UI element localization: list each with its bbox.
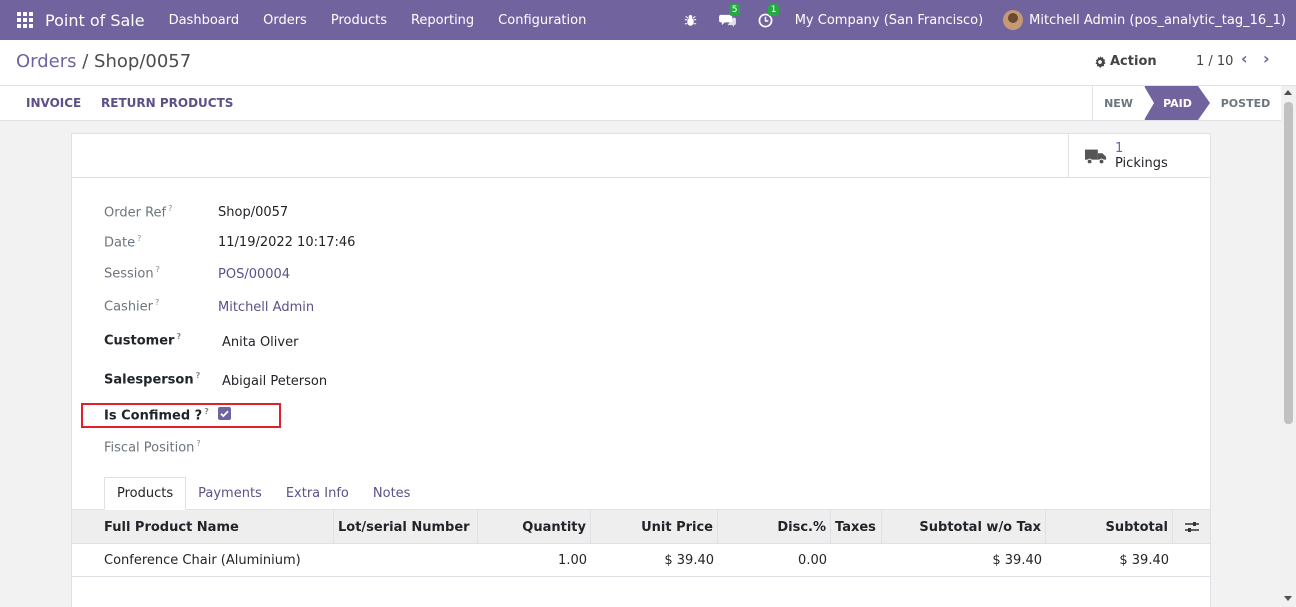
cashier-link[interactable]: Mitchell Admin (218, 300, 314, 315)
breadcrumb-orders[interactable]: Orders (16, 51, 77, 72)
menu-configuration[interactable]: Configuration (486, 13, 598, 28)
menu-reporting[interactable]: Reporting (399, 13, 486, 28)
truck-icon (1085, 149, 1107, 164)
cell-quantity: 1.00 (558, 553, 587, 568)
pickings-smart-button[interactable]: 1 Pickings (1068, 134, 1210, 177)
col-discount[interactable]: Disc.% (718, 510, 831, 544)
apps-menu-icon[interactable] (17, 12, 33, 28)
stage-new[interactable]: NEW (1092, 86, 1144, 120)
is-confirmed-checkbox[interactable] (218, 407, 231, 420)
menu-dashboard[interactable]: Dashboard (157, 13, 252, 28)
return-products-button[interactable]: RETURN PRODUCTS (101, 96, 233, 110)
date-value: 11/19/2022 10:17:46 (218, 235, 356, 250)
col-quantity[interactable]: Quantity (478, 510, 591, 544)
pager-value[interactable]: 1 / 10 (1196, 54, 1233, 69)
salesperson-field[interactable]: Abigail Peterson (222, 374, 327, 389)
activities-badge: 1 (767, 3, 780, 16)
fiscal-position-label: Fiscal Position? (104, 439, 201, 456)
is-confirmed-label: Is Confimed ?? (104, 407, 209, 424)
cell-subtotal: $ 39.40 (1119, 553, 1169, 568)
cell-lot-serial (334, 544, 478, 577)
table-row[interactable]: Conference Chair (Aluminium) 1.00 $ 39.4… (72, 544, 1210, 577)
navbar-systray: 5 1 My Company (San Francisco) Mitchell … (684, 0, 1286, 40)
scroll-up-icon[interactable] (1284, 90, 1292, 95)
customer-label: Customer? (104, 332, 182, 349)
breadcrumb: Orders / Shop/0057 (16, 51, 191, 72)
status-stages: NEW PAID POSTED (1092, 86, 1281, 120)
messages-icon[interactable]: 5 (718, 4, 741, 27)
order-lines-header: Full Product Name Lot/serial Number Quan… (72, 510, 1210, 544)
cell-product-name: Conference Chair (Aluminium) (104, 553, 301, 568)
smart-button-box: 1 Pickings (72, 134, 1210, 178)
top-navbar: Point of Sale Dashboard Orders Products … (0, 0, 1296, 40)
control-panel: Orders / Shop/0057 Action 1 / 10 ‹ › (0, 40, 1296, 86)
tab-payments[interactable]: Payments (186, 477, 274, 510)
order-ref-label: Order Ref? (104, 204, 173, 221)
col-full-product-name[interactable]: Full Product Name (72, 510, 334, 544)
col-lot-serial[interactable]: Lot/serial Number (334, 510, 478, 544)
col-subtotal-wo-tax[interactable]: Subtotal w/o Tax (882, 510, 1046, 544)
cell-subtotal-wo-tax: $ 39.40 (992, 553, 1042, 568)
menu-products[interactable]: Products (319, 13, 399, 28)
session-link[interactable]: POS/00004 (218, 267, 290, 282)
app-brand[interactable]: Point of Sale (45, 11, 145, 30)
messages-badge: 5 (728, 4, 741, 16)
stage-posted[interactable]: POSTED (1210, 86, 1281, 120)
form-statusbar: INVOICE RETURN PRODUCTS NEW PAID POSTED (0, 86, 1281, 121)
tab-products[interactable]: Products (104, 477, 187, 510)
breadcrumb-separator: / (76, 51, 95, 72)
stage-paid[interactable]: PAID (1144, 86, 1210, 120)
breadcrumb-current: Shop/0057 (94, 51, 192, 72)
activity-clock-icon[interactable]: 1 (758, 3, 780, 28)
scrollbar-thumb[interactable] (1284, 102, 1293, 424)
cell-discount: 0.00 (798, 553, 827, 568)
action-label: Action (1110, 54, 1157, 69)
scroll-down-icon[interactable] (1284, 596, 1292, 601)
cell-unit-price: $ 39.40 (664, 553, 714, 568)
pager-previous-icon[interactable]: ‹ (1241, 51, 1255, 67)
cell-taxes (831, 544, 882, 577)
company-switcher[interactable]: My Company (San Francisco) (795, 13, 983, 28)
salesperson-label: Salesperson? (104, 371, 201, 388)
optional-columns-icon[interactable] (1173, 510, 1210, 544)
date-label: Date? (104, 234, 142, 251)
col-unit-price[interactable]: Unit Price (591, 510, 718, 544)
tab-extra-info[interactable]: Extra Info (274, 477, 361, 510)
order-ref-value: Shop/0057 (218, 205, 289, 220)
user-menu[interactable]: Mitchell Admin (pos_analytic_tag_16_1) (1029, 13, 1286, 28)
check-icon (220, 410, 229, 418)
user-avatar[interactable] (1003, 10, 1024, 30)
main-menu: Dashboard Orders Products Reporting Conf… (157, 13, 599, 28)
notebook-tabs: Products Payments Extra Info Notes (104, 477, 422, 510)
action-button[interactable]: Action (1094, 54, 1157, 69)
pickings-count: 1 (1115, 140, 1124, 156)
pager-next-icon[interactable]: › (1263, 51, 1277, 67)
session-label: Session? (104, 265, 160, 282)
menu-orders[interactable]: Orders (251, 13, 319, 28)
customer-field[interactable]: Anita Oliver (222, 335, 298, 350)
invoice-button[interactable]: INVOICE (26, 96, 81, 110)
bug-icon[interactable] (684, 14, 697, 27)
cashier-label: Cashier? (104, 298, 160, 315)
col-subtotal[interactable]: Subtotal (1046, 510, 1173, 544)
col-taxes[interactable]: Taxes (831, 510, 882, 544)
pickings-label: Pickings (1115, 155, 1168, 171)
tab-notes[interactable]: Notes (361, 477, 423, 510)
gear-icon (1095, 55, 1106, 68)
